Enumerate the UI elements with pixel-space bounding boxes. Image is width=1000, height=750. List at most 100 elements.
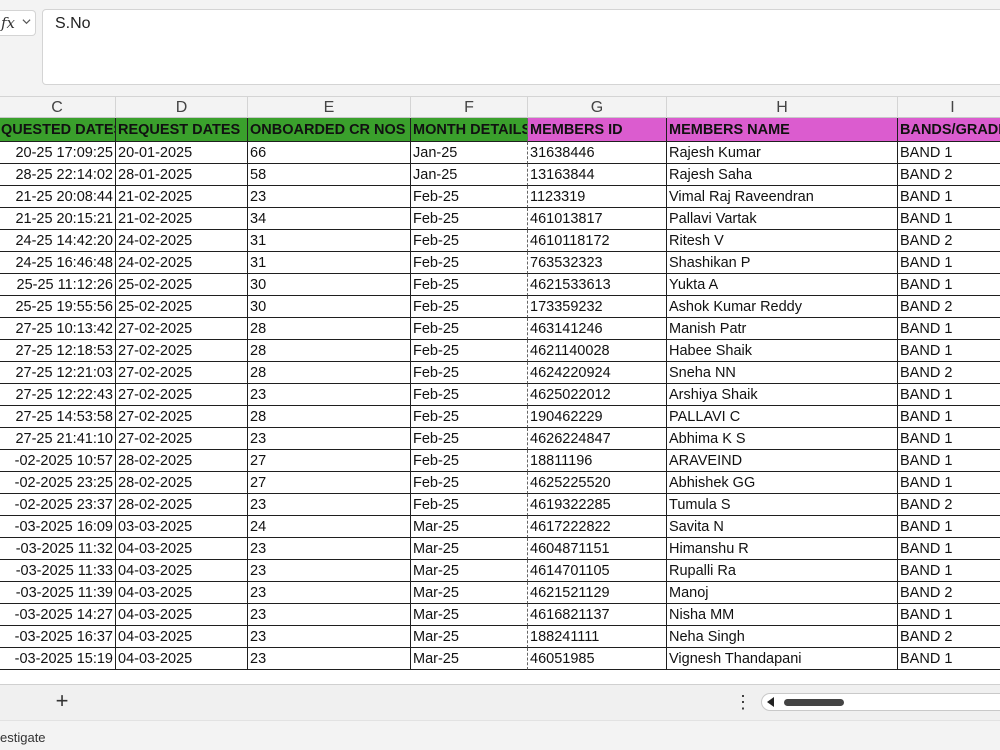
table-cell[interactable]: 23 xyxy=(248,604,411,626)
table-cell[interactable]: BAND 1 xyxy=(898,648,1000,670)
table-cell[interactable]: 4626224847 xyxy=(528,428,667,450)
table-cell[interactable]: 25-02-2025 xyxy=(116,274,248,296)
table-cell[interactable]: BAND 1 xyxy=(898,604,1000,626)
spreadsheet-grid[interactable]: QUESTED DATES REQUEST DATES ONBOARDED CR N… xyxy=(0,118,1000,684)
table-cell[interactable]: -03-2025 11:33 xyxy=(0,560,116,582)
table-cell[interactable]: 27-25 12:22:43 xyxy=(0,384,116,406)
table-cell[interactable]: -03-2025 16:37 xyxy=(0,626,116,648)
table-cell[interactable]: 173359232 xyxy=(528,296,667,318)
table-cell[interactable]: BAND 1 xyxy=(898,384,1000,406)
table-cell[interactable]: Ritesh V xyxy=(667,230,898,252)
table-cell[interactable]: -03-2025 11:32 xyxy=(0,538,116,560)
table-cell[interactable]: 04-03-2025 xyxy=(116,582,248,604)
table-cell[interactable]: 461013817 xyxy=(528,208,667,230)
table-cell[interactable]: 28 xyxy=(248,362,411,384)
table-cell[interactable]: 21-25 20:08:44 xyxy=(0,186,116,208)
table-cell[interactable]: 4621140028 xyxy=(528,340,667,362)
more-options-icon[interactable]: ⋮ xyxy=(734,691,752,713)
table-cell[interactable]: Feb-25 xyxy=(411,230,528,252)
table-cell[interactable]: 27 xyxy=(248,472,411,494)
table-cell[interactable]: Arshiya Shaik xyxy=(667,384,898,406)
column-header-c[interactable]: C xyxy=(0,97,116,118)
table-cell[interactable]: 4610118172 xyxy=(528,230,667,252)
table-cell[interactable]: 28 xyxy=(248,318,411,340)
table-cell[interactable]: 27-25 14:53:58 xyxy=(0,406,116,428)
horizontal-scrollbar[interactable] xyxy=(761,693,1000,711)
table-cell[interactable]: 30 xyxy=(248,274,411,296)
table-cell[interactable]: -02-2025 10:57 xyxy=(0,450,116,472)
table-cell[interactable]: 18811196 xyxy=(528,450,667,472)
table-cell[interactable]: 31638446 xyxy=(528,142,667,164)
table-cell[interactable]: 188241111 xyxy=(528,626,667,648)
table-cell[interactable]: 4624220924 xyxy=(528,362,667,384)
table-cell[interactable]: 27-25 12:21:03 xyxy=(0,362,116,384)
table-cell[interactable]: 463141246 xyxy=(528,318,667,340)
table-cell[interactable]: 34 xyxy=(248,208,411,230)
table-cell[interactable]: Mar-25 xyxy=(411,648,528,670)
table-cell[interactable]: BAND 1 xyxy=(898,208,1000,230)
table-cell[interactable]: Shashikan P xyxy=(667,252,898,274)
table-cell[interactable]: 27-02-2025 xyxy=(116,384,248,406)
table-cell[interactable]: 20-25 17:09:25 xyxy=(0,142,116,164)
table-cell[interactable]: 23 xyxy=(248,186,411,208)
table-cell[interactable]: Mar-25 xyxy=(411,538,528,560)
table-cell[interactable]: Jan-25 xyxy=(411,164,528,186)
table-cell[interactable]: BAND 2 xyxy=(898,362,1000,384)
table-cell[interactable]: 190462229 xyxy=(528,406,667,428)
function-button[interactable]: fx xyxy=(0,10,36,36)
table-cell[interactable]: BAND 2 xyxy=(898,494,1000,516)
table-cell[interactable]: Rajesh Kumar xyxy=(667,142,898,164)
table-cell[interactable]: 27-02-2025 xyxy=(116,318,248,340)
table-cell[interactable]: BAND 2 xyxy=(898,296,1000,318)
table-cell[interactable]: Feb-25 xyxy=(411,494,528,516)
table-cell[interactable]: -03-2025 15:19 xyxy=(0,648,116,670)
table-cell[interactable]: Feb-25 xyxy=(411,384,528,406)
table-cell[interactable]: BAND 1 xyxy=(898,428,1000,450)
column-header-d[interactable]: D xyxy=(116,97,248,118)
table-cell[interactable]: BAND 1 xyxy=(898,340,1000,362)
table-cell[interactable]: Feb-25 xyxy=(411,186,528,208)
table-cell[interactable]: 23 xyxy=(248,494,411,516)
table-cell[interactable]: BAND 1 xyxy=(898,318,1000,340)
table-cell[interactable]: Abhima K S xyxy=(667,428,898,450)
table-cell[interactable]: 23 xyxy=(248,384,411,406)
table-cell[interactable]: BAND 1 xyxy=(898,252,1000,274)
table-header-cell[interactable]: ONBOARDED CR NOS xyxy=(248,118,411,142)
table-cell[interactable]: 46051985 xyxy=(528,648,667,670)
table-header-cell[interactable]: MONTH DETAILS xyxy=(411,118,528,142)
table-cell[interactable]: 4616821137 xyxy=(528,604,667,626)
scrollbar-thumb[interactable] xyxy=(784,699,844,706)
table-cell[interactable]: 04-03-2025 xyxy=(116,626,248,648)
table-header-cell[interactable]: BANDS/GRADE xyxy=(898,118,1000,142)
table-cell[interactable]: BAND 2 xyxy=(898,582,1000,604)
table-cell[interactable]: -02-2025 23:25 xyxy=(0,472,116,494)
table-cell[interactable]: 21-02-2025 xyxy=(116,208,248,230)
table-cell[interactable]: Rupalli Ra xyxy=(667,560,898,582)
table-cell[interactable]: Pallavi Vartak xyxy=(667,208,898,230)
table-cell[interactable]: Feb-25 xyxy=(411,296,528,318)
table-cell[interactable]: Savita N xyxy=(667,516,898,538)
table-header-cell[interactable]: MEMBERS ID xyxy=(528,118,667,142)
table-cell[interactable]: 66 xyxy=(248,142,411,164)
table-cell[interactable]: BAND 1 xyxy=(898,560,1000,582)
table-cell[interactable]: 31 xyxy=(248,252,411,274)
table-cell[interactable]: 27-02-2025 xyxy=(116,362,248,384)
table-cell[interactable]: 21-02-2025 xyxy=(116,186,248,208)
table-cell[interactable]: Feb-25 xyxy=(411,252,528,274)
table-cell[interactable]: Abhishek GG xyxy=(667,472,898,494)
table-cell[interactable]: 13163844 xyxy=(528,164,667,186)
table-cell[interactable]: Feb-25 xyxy=(411,318,528,340)
table-cell[interactable]: Feb-25 xyxy=(411,406,528,428)
table-cell[interactable]: 23 xyxy=(248,560,411,582)
table-cell[interactable]: -03-2025 14:27 xyxy=(0,604,116,626)
table-cell[interactable]: Mar-25 xyxy=(411,516,528,538)
table-cell[interactable]: 28-25 22:14:02 xyxy=(0,164,116,186)
table-cell[interactable]: 25-25 19:55:56 xyxy=(0,296,116,318)
table-cell[interactable]: 24-02-2025 xyxy=(116,230,248,252)
table-cell[interactable]: 27-02-2025 xyxy=(116,340,248,362)
table-cell[interactable]: BAND 1 xyxy=(898,450,1000,472)
table-cell[interactable]: 23 xyxy=(248,648,411,670)
table-cell[interactable]: Feb-25 xyxy=(411,450,528,472)
table-cell[interactable]: 03-03-2025 xyxy=(116,516,248,538)
table-cell[interactable]: 4617222822 xyxy=(528,516,667,538)
